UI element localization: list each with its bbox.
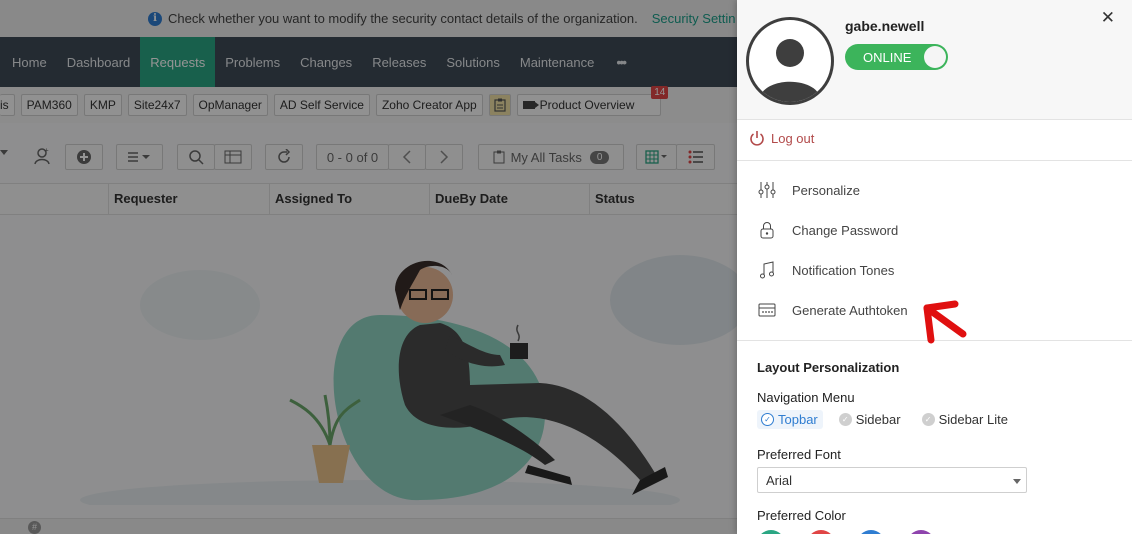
menu-label: Change Password — [792, 222, 899, 238]
radio-label: Topbar — [778, 412, 818, 427]
music-note-icon — [757, 260, 777, 280]
menu-generate-authtoken[interactable]: Generate Authtoken — [757, 300, 908, 320]
online-status-label: ONLINE — [863, 49, 912, 65]
menu-label: Generate Authtoken — [792, 302, 908, 318]
font-select-value: Arial — [766, 473, 793, 488]
toggle-knob — [924, 46, 946, 68]
username: gabe.newell — [845, 18, 925, 34]
color-swatch[interactable] — [857, 530, 885, 534]
preferred-color-label: Preferred Color — [757, 508, 846, 523]
check-icon: ✓ — [838, 413, 852, 426]
radio-label: Sidebar Lite — [938, 412, 1008, 427]
color-swatches — [757, 530, 935, 534]
user-icon — [759, 39, 821, 102]
sliders-icon — [757, 180, 777, 200]
color-swatch[interactable] — [757, 530, 785, 534]
menu-personalize[interactable]: Personalize — [757, 180, 860, 200]
navigation-menu-options: ✓ Topbar ✓ Sidebar ✓ Sidebar Lite — [757, 410, 1021, 429]
close-icon[interactable]: ✕ — [1101, 8, 1115, 28]
avatar[interactable] — [746, 17, 834, 105]
logout-button[interactable]: Log out — [749, 130, 814, 146]
color-swatch[interactable] — [807, 530, 835, 534]
menu-label: Personalize — [792, 182, 860, 198]
check-icon: ✓ — [761, 413, 774, 426]
modal-backdrop[interactable] — [0, 0, 737, 534]
token-icon — [757, 300, 777, 320]
annotation-arrow-icon — [923, 300, 967, 344]
profile-panel: gabe.newell ONLINE ✕ Log out Personalize… — [737, 0, 1132, 534]
logout-label: Log out — [771, 130, 815, 146]
divider — [737, 160, 1132, 161]
radio-topbar[interactable]: ✓ Topbar — [757, 410, 823, 429]
chevron-down-icon — [1013, 479, 1021, 484]
preferred-font-label: Preferred Font — [757, 447, 841, 462]
radio-label: Sidebar — [855, 412, 901, 427]
power-icon — [750, 131, 764, 146]
lock-icon — [757, 220, 777, 240]
online-status-toggle[interactable]: ONLINE — [845, 44, 948, 70]
check-icon: ✓ — [921, 413, 935, 426]
color-swatch[interactable] — [907, 530, 935, 534]
radio-sidebar-lite[interactable]: ✓ Sidebar Lite — [918, 410, 1013, 429]
menu-change-password[interactable]: Change Password — [757, 220, 898, 240]
navigation-menu-label: Navigation Menu — [757, 390, 855, 405]
menu-label: Notification Tones — [792, 262, 895, 278]
profile-header: gabe.newell ONLINE ✕ — [737, 0, 1132, 120]
menu-notification-tones[interactable]: Notification Tones — [757, 260, 894, 280]
font-select[interactable]: Arial — [757, 467, 1027, 493]
radio-sidebar[interactable]: ✓ Sidebar — [835, 410, 906, 429]
layout-personalization-title: Layout Personalization — [757, 360, 900, 375]
